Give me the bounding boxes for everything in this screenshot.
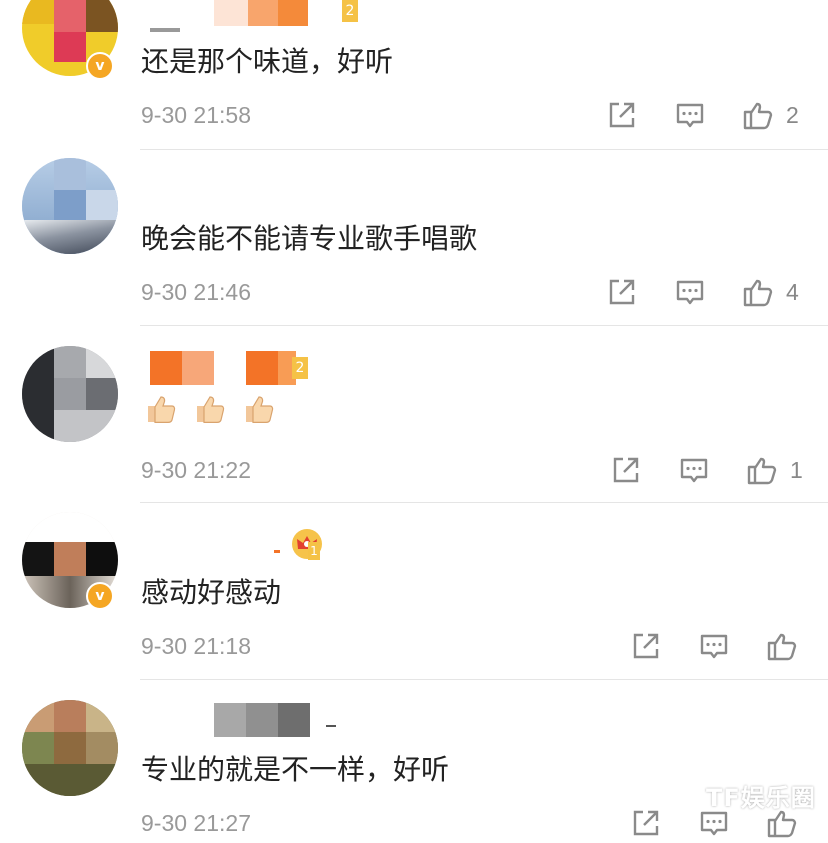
- share-button[interactable]: [630, 807, 662, 839]
- comment-text: 专业的就是不一样，好听: [141, 753, 450, 786]
- comment-item: 专业的就是不一样，好听 9-30 21:27: [0, 0, 828, 838]
- share-icon: [633, 810, 659, 836]
- username-pixelated[interactable]: [140, 703, 340, 737]
- avatar[interactable]: [22, 700, 118, 796]
- watermark: TF娱乐圈: [706, 784, 816, 812]
- comment-time: 9-30 21:27: [141, 810, 251, 836]
